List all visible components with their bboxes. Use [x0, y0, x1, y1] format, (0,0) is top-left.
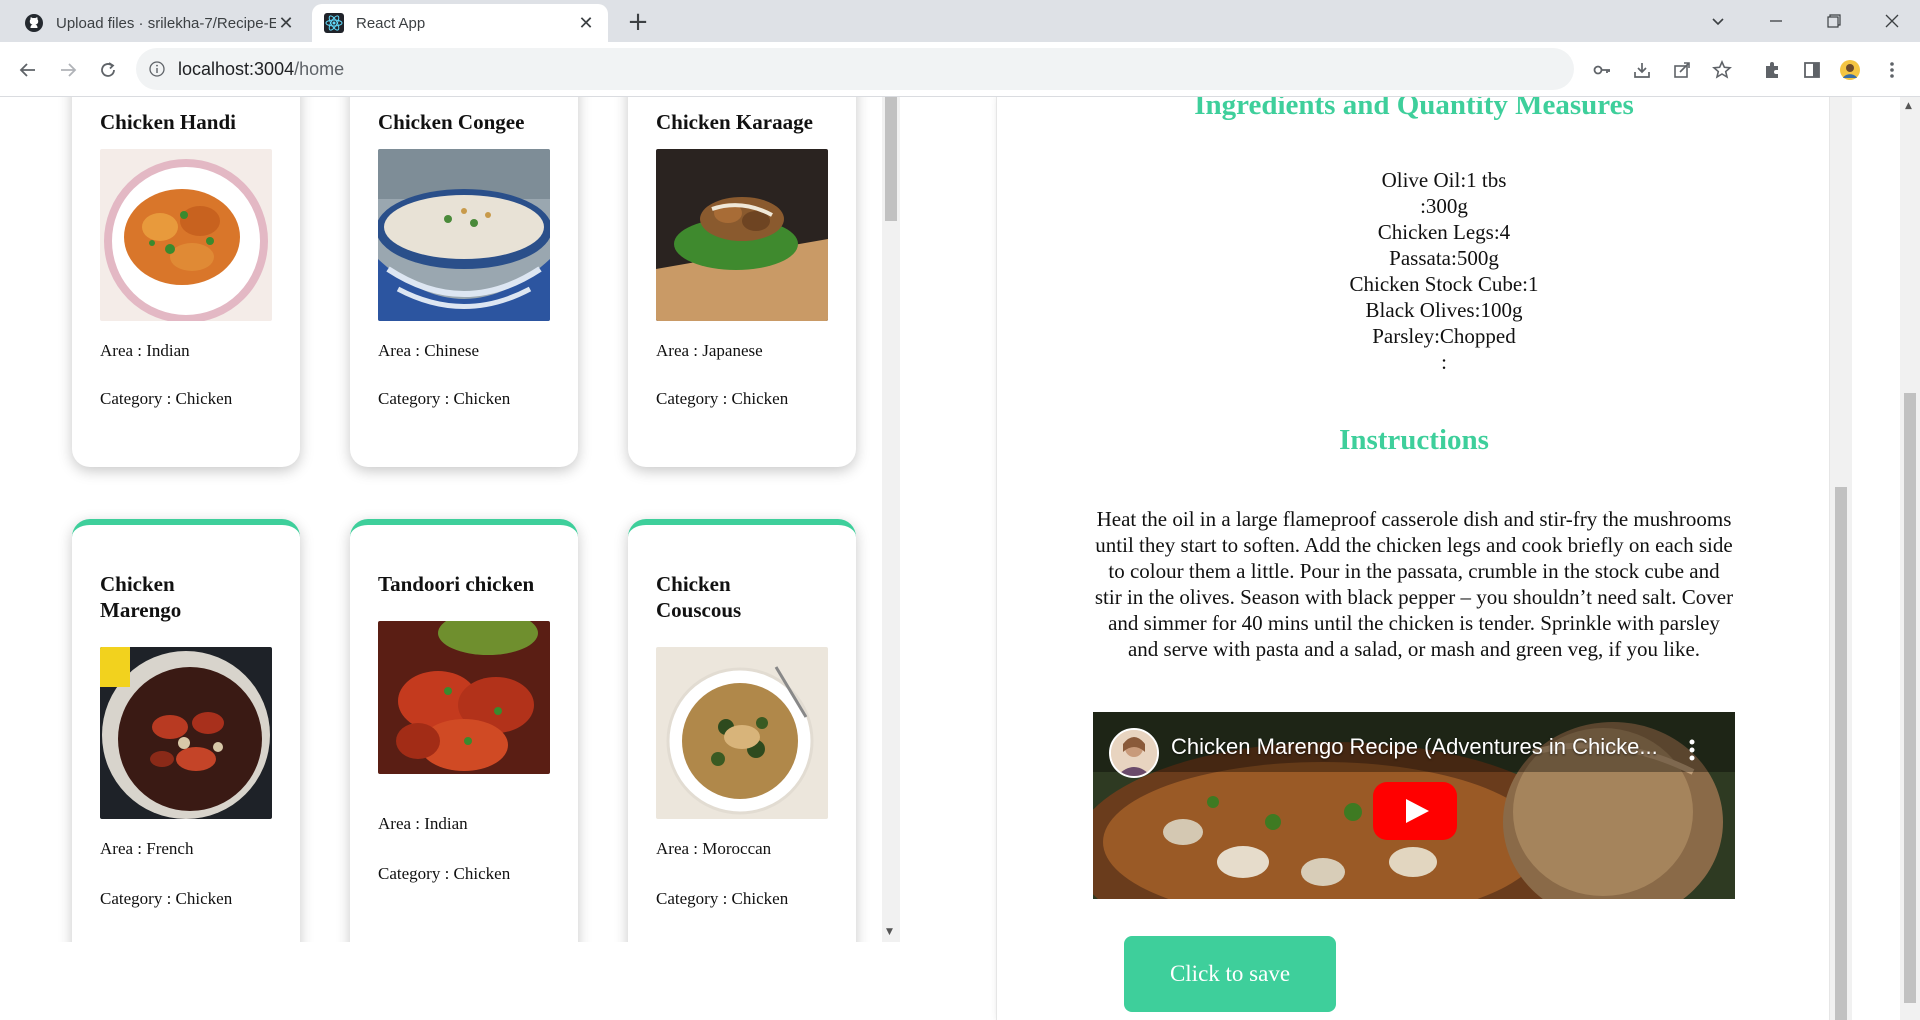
browser-toolbar: localhost:3004/home: [0, 42, 1920, 97]
ingredients-title: Ingredients and Quantity Measures: [1194, 97, 1634, 121]
recipe-name: Chicken Couscous: [656, 572, 742, 622]
ingredient-item: :: [1441, 350, 1447, 374]
ingredient-item: Black Olives:100g: [1365, 298, 1523, 322]
minimize-icon[interactable]: [1748, 0, 1804, 42]
ingredient-item: Chicken Stock Cube:1: [1349, 272, 1539, 296]
scrollbar-thumb[interactable]: [1835, 487, 1847, 1020]
recipe-name: Chicken Marengo: [100, 572, 182, 622]
instructions-title: Instructions: [1339, 424, 1489, 456]
video-title[interactable]: Chicken Marengo Recipe (Adventures in Ch…: [1171, 734, 1658, 760]
recipe-name: Tandoori chicken: [378, 572, 535, 596]
recipe-image: [378, 621, 550, 774]
browser-tab-strip: Upload files · srilekha-7/Recipe-E ✕ Rea…: [0, 0, 1920, 42]
recipe-name: Chicken Karaage: [656, 110, 813, 134]
url-host: localhost:3004: [178, 58, 295, 79]
reload-icon[interactable]: [92, 54, 124, 86]
recipe-category: Category : Chicken: [378, 864, 511, 883]
install-app-icon[interactable]: [1626, 54, 1658, 86]
ingredient-item: Olive Oil:1 tbs: [1381, 168, 1507, 192]
scrollbar-thumb[interactable]: [885, 97, 897, 221]
recipe-card[interactable]: Tandoori chicken Area : Indian Category …: [350, 519, 578, 942]
youtube-video-embed[interactable]: Chicken Marengo Recipe (Adventures in Ch…: [1093, 712, 1735, 899]
tab-react-app[interactable]: React App ✕: [312, 4, 608, 42]
save-button[interactable]: Click to save: [1124, 936, 1336, 1012]
share-icon[interactable]: [1666, 54, 1698, 86]
recipe-card[interactable]: Chicken Couscous Area : Moroccan Categor…: [628, 519, 856, 942]
restore-icon[interactable]: [1806, 0, 1862, 42]
side-panel-icon[interactable]: [1796, 54, 1828, 86]
recipe-image: [656, 149, 828, 321]
scroll-up-arrow-icon[interactable]: ▲: [1905, 101, 1912, 111]
recipe-grid-scrollbar[interactable]: ▼: [882, 97, 900, 942]
recipe-area: Area : Japanese: [656, 341, 763, 360]
recipe-area: Area : Moroccan: [656, 839, 772, 858]
new-tab-button[interactable]: +: [624, 7, 652, 37]
extensions-icon[interactable]: [1756, 54, 1788, 86]
instructions-text: Heat the oil in a large flameproof casse…: [1094, 507, 1734, 661]
recipe-name: Chicken Congee: [378, 110, 525, 134]
recipe-area: Area : Indian: [378, 814, 468, 833]
bookmark-star-icon[interactable]: [1706, 54, 1738, 86]
youtube-play-icon[interactable]: [1373, 782, 1457, 840]
window-scrollbar[interactable]: ▲: [1900, 97, 1920, 1020]
key-icon[interactable]: [1586, 54, 1618, 86]
recipe-grid: Chicken Handi Area : Indian Category : C…: [0, 97, 900, 942]
recipe-card[interactable]: Chicken Handi Area : Indian Category : C…: [72, 97, 300, 467]
recipe-card[interactable]: Chicken Congee Area : Chinese Category :…: [350, 97, 578, 467]
ingredient-item: :300g: [1420, 194, 1468, 218]
recipe-area: Area : Chinese: [378, 341, 480, 360]
recipe-area: Area : French: [100, 839, 194, 858]
address-bar[interactable]: localhost:3004/home: [136, 48, 1574, 90]
recipe-card[interactable]: Chicken Karaage Area : Japanese Category…: [628, 97, 856, 467]
close-icon[interactable]: ✕: [276, 13, 296, 33]
close-icon[interactable]: ✕: [576, 13, 596, 33]
scroll-down-arrow-icon[interactable]: ▼: [886, 927, 893, 937]
more-menu-icon[interactable]: [1876, 54, 1908, 86]
url-text: localhost:3004/home: [178, 59, 344, 80]
recipe-image: [100, 149, 272, 321]
profile-avatar-icon[interactable]: [1834, 54, 1866, 86]
page-viewport: Chicken Handi Area : Indian Category : C…: [0, 97, 1920, 1020]
recipe-area: Area : Indian: [100, 341, 190, 360]
channel-avatar[interactable]: [1109, 728, 1159, 778]
tab-upload-files[interactable]: Upload files · srilekha-7/Recipe-E ✕: [12, 4, 308, 42]
more-vert-icon[interactable]: [1689, 738, 1695, 762]
scrollbar-thumb[interactable]: [1904, 393, 1916, 1003]
recipe-category: Category : Chicken: [378, 389, 511, 408]
ingredients-list: Olive Oil:1 tbs :300g Chicken Legs:4 Pas…: [997, 167, 1891, 375]
detail-scrollbar[interactable]: [1830, 97, 1852, 1020]
ingredient-item: Parsley:Chopped: [1372, 324, 1516, 348]
react-icon: [324, 13, 344, 33]
recipe-category: Category : Chicken: [100, 389, 233, 408]
recipe-image: [656, 647, 828, 819]
github-icon: [24, 13, 44, 33]
chevron-down-icon[interactable]: [1690, 0, 1746, 42]
forward-icon[interactable]: [52, 54, 84, 86]
tab-label: React App: [356, 14, 426, 32]
recipe-category: Category : Chicken: [656, 889, 789, 908]
ingredient-item: Chicken Legs:4: [1377, 220, 1511, 244]
close-window-icon[interactable]: [1864, 0, 1920, 42]
ingredient-item: Passata:500g: [1389, 246, 1499, 270]
url-path: /home: [294, 58, 345, 79]
tab-label: Upload files · srilekha-7/Recipe-E: [56, 14, 276, 32]
back-icon[interactable]: [12, 54, 44, 86]
recipe-card[interactable]: Chicken Marengo Area : French Category :…: [72, 519, 300, 942]
recipe-category: Category : Chicken: [100, 889, 233, 908]
recipe-image: [100, 647, 272, 819]
info-icon[interactable]: [136, 61, 178, 77]
recipe-image: [378, 149, 550, 321]
recipe-name: Chicken Handi: [100, 110, 236, 134]
recipe-detail-panel: Ingredients and Quantity Measures Olive …: [996, 97, 1830, 1020]
recipe-category: Category : Chicken: [656, 389, 789, 408]
